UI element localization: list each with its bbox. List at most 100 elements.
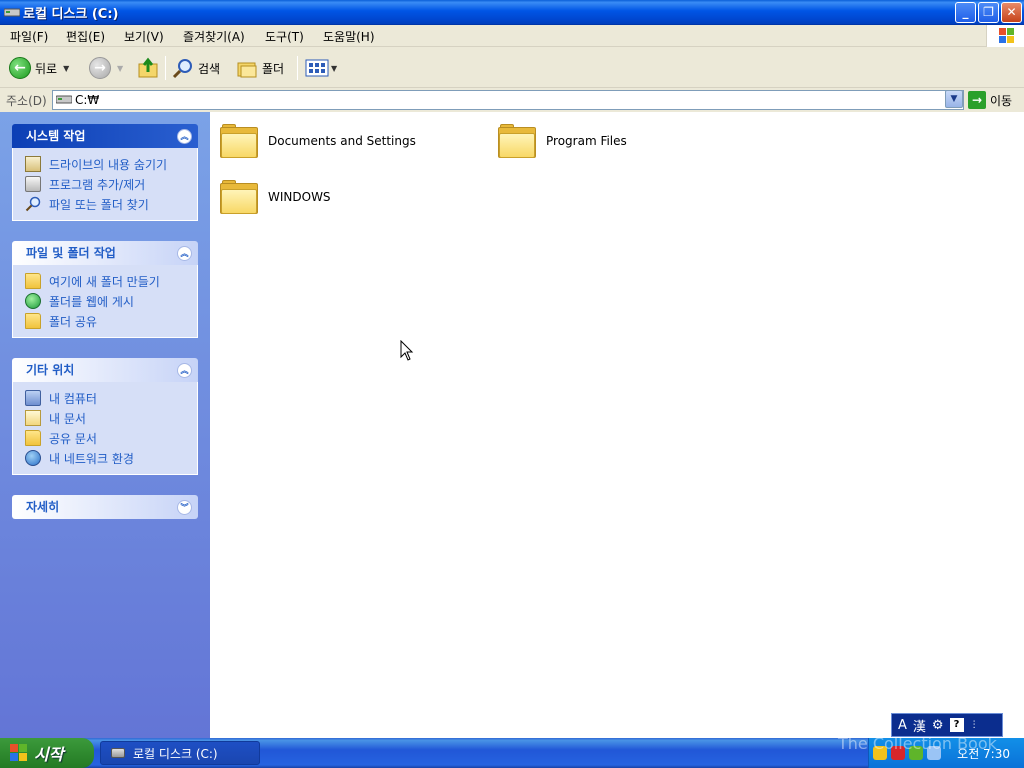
task-publish-web[interactable]: 폴더를 웹에 게시 xyxy=(25,291,197,311)
place-my-computer[interactable]: 내 컴퓨터 xyxy=(25,388,197,408)
menu-view[interactable]: 보기(V) xyxy=(124,28,164,45)
task-hide-drive-contents[interactable]: 드라이브의 내용 숨기기 xyxy=(25,154,197,174)
task-label: 프로그램 추가/제거 xyxy=(49,177,146,192)
file-list-view: Documents and Settings Program Files WIN… xyxy=(210,112,1024,738)
shared-documents-icon xyxy=(25,430,41,446)
windows-logo xyxy=(986,25,1024,47)
share-folder-icon xyxy=(25,313,41,329)
task-search-files[interactable]: 파일 또는 폴더 찾기 xyxy=(25,194,197,214)
task-add-remove-programs[interactable]: 프로그램 추가/제거 xyxy=(25,174,197,194)
ime-options-icon[interactable]: ⚙ xyxy=(932,718,944,733)
menu-help[interactable]: 도움말(H) xyxy=(323,28,375,45)
title-bar[interactable]: 로컬 디스크 (C:) _ ❐ ✕ xyxy=(0,0,1024,25)
ime-hanja[interactable]: 漢 xyxy=(913,716,926,735)
minimize-button[interactable]: _ xyxy=(955,2,976,23)
menu-favorites[interactable]: 즐겨찾기(A) xyxy=(183,28,245,45)
forward-dropdown-icon[interactable]: ▼ xyxy=(117,64,123,73)
go-label: 이동 xyxy=(990,93,1013,108)
toolbar-separator xyxy=(165,56,166,80)
views-button[interactable]: ▼ xyxy=(305,55,337,81)
toolbar: ← 뒤로 ▼ → ▼ 검색 폴더 ▼ xyxy=(0,48,1024,88)
hide-contents-icon xyxy=(25,156,41,172)
up-folder-button[interactable] xyxy=(137,55,159,81)
file-folder-tasks-title: 파일 및 폴더 작업 xyxy=(26,246,116,260)
search-icon xyxy=(25,196,41,212)
file-folder-tasks-panel: 파일 및 폴더 작업 ︽ 여기에 새 폴더 만들기 폴더를 웹에 게시 폴더 공… xyxy=(12,241,198,338)
address-input[interactable]: C:₩ xyxy=(52,90,964,110)
folder-name: Documents and Settings xyxy=(268,134,416,148)
place-shared-documents[interactable]: 공유 문서 xyxy=(25,428,197,448)
drive-icon xyxy=(56,95,72,104)
expand-icon[interactable]: ︾ xyxy=(177,500,192,515)
folder-icon xyxy=(220,124,258,158)
back-dropdown-icon[interactable]: ▼ xyxy=(63,64,69,73)
network-icon xyxy=(25,450,41,466)
forward-button[interactable]: → ▼ xyxy=(89,55,123,81)
collapse-icon[interactable]: ︽ xyxy=(177,129,192,144)
taskbar-window-button[interactable]: 로컬 디스크 (C:) xyxy=(100,741,260,765)
close-button[interactable]: ✕ xyxy=(1001,2,1022,23)
file-folder-tasks-header[interactable]: 파일 및 폴더 작업 ︽ xyxy=(12,241,198,265)
folder-icon xyxy=(498,124,536,158)
system-tasks-panel: 시스템 작업 ︽ 드라이브의 내용 숨기기 프로그램 추가/제거 파일 또는 폴… xyxy=(12,124,198,221)
task-share-folder[interactable]: 폴더 공유 xyxy=(25,311,197,331)
ime-mode-a[interactable]: A xyxy=(898,718,907,733)
menu-edit[interactable]: 편집(E) xyxy=(66,28,105,45)
search-button[interactable]: 검색 xyxy=(172,55,220,81)
folder-item[interactable]: Documents and Settings xyxy=(220,124,416,158)
new-folder-icon xyxy=(25,273,41,289)
task-pane: 시스템 작업 ︽ 드라이브의 내용 숨기기 프로그램 추가/제거 파일 또는 폴… xyxy=(0,112,210,738)
drive-icon xyxy=(4,8,20,17)
task-label: 여기에 새 폴더 만들기 xyxy=(49,274,160,289)
views-dropdown-icon[interactable]: ▼ xyxy=(331,64,337,73)
task-label: 폴더 공유 xyxy=(49,314,97,329)
folders-icon xyxy=(237,62,257,78)
folder-icon xyxy=(220,180,258,214)
folders-button[interactable]: 폴더 xyxy=(236,55,284,81)
watermark: The Collection Book xyxy=(838,734,997,753)
window-title: 로컬 디스크 (C:) xyxy=(23,7,119,22)
system-tasks-body: 드라이브의 내용 숨기기 프로그램 추가/제거 파일 또는 폴더 찾기 xyxy=(12,148,198,221)
collapse-icon[interactable]: ︽ xyxy=(177,363,192,378)
publish-web-icon xyxy=(25,293,41,309)
menu-tools[interactable]: 도구(T) xyxy=(265,28,304,45)
start-button[interactable]: 시작 xyxy=(0,738,94,768)
task-new-folder[interactable]: 여기에 새 폴더 만들기 xyxy=(25,271,197,291)
place-label: 공유 문서 xyxy=(49,431,97,446)
toolbar-separator xyxy=(297,56,298,80)
details-panel: 자세히 ︾ xyxy=(12,495,198,519)
go-button[interactable]: → 이동 xyxy=(968,91,1012,109)
back-button[interactable]: ← 뒤로 ▼ xyxy=(9,55,69,81)
back-arrow-icon: ← xyxy=(9,57,31,79)
menu-file[interactable]: 파일(F) xyxy=(10,28,48,45)
place-network[interactable]: 내 네트워크 환경 xyxy=(25,448,197,468)
address-label: 주소(D) xyxy=(6,94,47,108)
windows-flag-icon xyxy=(999,28,1014,43)
system-tasks-header[interactable]: 시스템 작업 ︽ xyxy=(12,124,198,148)
place-my-documents[interactable]: 내 문서 xyxy=(25,408,197,428)
details-header[interactable]: 자세히 ︾ xyxy=(12,495,198,519)
other-places-body: 내 컴퓨터 내 문서 공유 문서 내 네트워크 환경 xyxy=(12,382,198,475)
search-icon xyxy=(172,59,192,79)
collapse-icon[interactable]: ︽ xyxy=(177,246,192,261)
restore-button[interactable]: ❐ xyxy=(978,2,999,23)
details-title: 자세히 xyxy=(26,500,60,514)
drive-icon xyxy=(111,748,125,758)
forward-arrow-icon: → xyxy=(89,57,111,79)
task-label: 폴더를 웹에 게시 xyxy=(49,294,134,309)
other-places-header[interactable]: 기타 위치 ︽ xyxy=(12,358,198,382)
my-documents-icon xyxy=(25,410,41,426)
my-computer-icon xyxy=(25,390,41,406)
explorer-window: 로컬 디스크 (C:) _ ❐ ✕ 파일(F) 편집(E) 보기(V) 즐겨찾기… xyxy=(0,0,1024,738)
ime-menu-icon[interactable]: ⋮ xyxy=(970,720,979,730)
ime-help-icon[interactable]: ? xyxy=(949,718,964,732)
search-label: 검색 xyxy=(198,61,221,76)
folder-name: Program Files xyxy=(546,134,627,148)
folders-label: 폴더 xyxy=(262,61,285,76)
system-tasks-title: 시스템 작업 xyxy=(26,129,86,143)
add-remove-programs-icon xyxy=(25,176,41,192)
address-value: C:₩ xyxy=(75,93,100,107)
folder-item[interactable]: WINDOWS xyxy=(220,180,331,214)
folder-item[interactable]: Program Files xyxy=(498,124,627,158)
address-dropdown-button[interactable]: ▼ xyxy=(945,90,963,108)
